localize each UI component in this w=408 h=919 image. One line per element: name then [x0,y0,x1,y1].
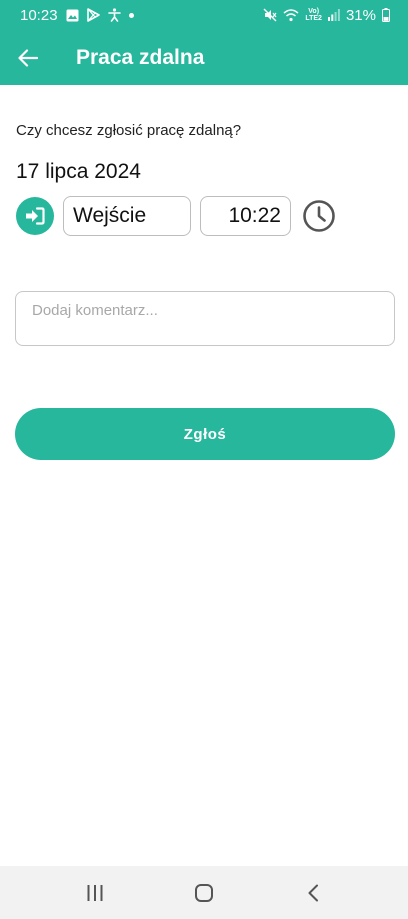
navigation-bar [0,866,408,919]
home-button[interactable] [174,866,234,919]
accessibility-icon [107,8,121,22]
battery-percent: 31% [345,6,376,24]
sign-in-icon [25,207,45,225]
signal-icon [327,9,340,21]
entry-type-select[interactable]: Wejście [63,196,191,236]
play-store-icon [86,8,100,22]
status-time: 10:23 [20,6,58,24]
system-back-button[interactable] [283,866,343,919]
clock-icon [302,199,336,233]
status-bar: 10:23 Vo) LTE2 31% [0,0,408,30]
report-date: 17 lipca 2024 [16,160,141,183]
recent-apps-icon [86,884,104,902]
entry-type-icon-button[interactable] [16,197,54,235]
recent-apps-button[interactable] [65,866,125,919]
back-icon [307,884,319,902]
clock-button[interactable] [302,199,336,233]
home-icon [194,883,214,903]
entry-row: Wejście 10:22 [16,196,346,236]
page-title: Praca zdalna [76,45,205,69]
mute-icon [263,8,277,22]
status-bar-right: Vo) LTE2 31% [263,7,390,24]
wifi-icon [283,8,299,22]
submit-button[interactable]: Zgłoś [15,408,395,460]
notification-dot-icon [128,12,134,18]
arrow-left-icon [18,48,38,67]
image-icon [66,9,79,22]
report-question: Czy chcesz zgłosić pracę zdalną? [16,122,242,139]
app-bar: Praca zdalna [0,30,408,85]
back-button[interactable] [0,30,56,85]
battery-icon [382,8,390,22]
comment-input[interactable] [15,291,395,346]
time-field[interactable]: 10:22 [200,196,291,236]
network-type-icon: Vo) LTE2 [305,8,322,22]
status-bar-left: 10:23 [20,7,134,24]
